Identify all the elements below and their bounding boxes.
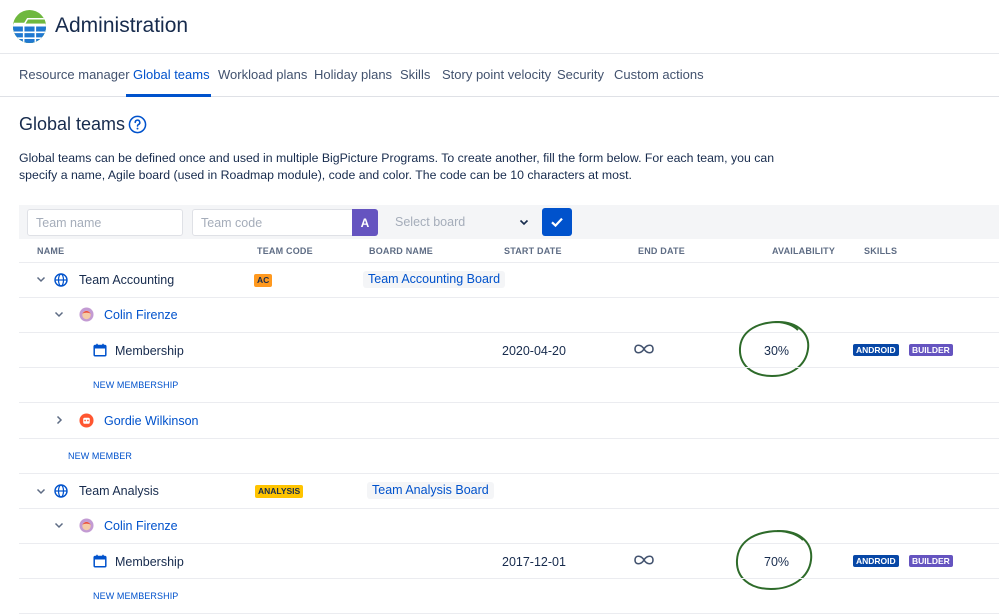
help-icon[interactable] [128, 115, 147, 134]
member-name[interactable]: Colin Firenze [104, 519, 178, 533]
skill-badge-builder: BUILDER [909, 344, 953, 356]
tab-story-point-velocity[interactable]: Story point velocity [442, 67, 551, 82]
tab-global-teams[interactable]: Global teams [133, 67, 210, 82]
row-divider [19, 473, 999, 474]
new-membership-link[interactable]: NEW MEMBERSHIP [93, 591, 178, 601]
avatar [79, 518, 94, 533]
team-name[interactable]: Team Analysis [79, 484, 159, 498]
calendar-icon [93, 343, 107, 357]
select-board-placeholder: Select board [395, 215, 466, 229]
avatar [79, 307, 94, 322]
tab-resource-manager[interactable]: Resource manager [19, 67, 130, 82]
team-code-badge: AC [254, 274, 273, 287]
check-icon [551, 217, 563, 228]
tab-custom-actions[interactable]: Custom actions [614, 67, 704, 82]
start-date: 2017-12-01 [502, 555, 566, 569]
availability-value: 30% [764, 344, 790, 358]
collapse-chevron-icon[interactable] [36, 274, 46, 284]
team-board-link[interactable]: Team Analysis Board [367, 482, 494, 499]
team-color-picker[interactable]: A [352, 209, 378, 236]
team-code-input[interactable] [192, 209, 354, 236]
header-divider [19, 262, 999, 263]
skill-badge-android: ANDROID [853, 344, 899, 356]
infinity-icon [634, 344, 654, 354]
membership-label[interactable]: Membership [115, 555, 184, 569]
row-divider [19, 543, 999, 544]
skill-badge-builder: BUILDER [909, 555, 953, 567]
tab-skills[interactable]: Skills [400, 67, 430, 82]
bigpicture-logo-icon [12, 9, 47, 44]
membership-label[interactable]: Membership [115, 344, 184, 358]
team-name[interactable]: Team Accounting [79, 273, 174, 287]
collapse-chevron-icon[interactable] [54, 520, 64, 530]
row-divider [19, 613, 999, 614]
skill-badge-android: ANDROID [853, 555, 899, 567]
collapse-chevron-icon[interactable] [54, 309, 64, 319]
member-name[interactable]: Colin Firenze [104, 308, 178, 322]
globe-icon [54, 273, 68, 287]
row-divider [19, 438, 999, 439]
row-divider [19, 332, 999, 333]
column-header-name: NAME [37, 246, 65, 256]
team-name-input[interactable] [27, 209, 183, 236]
availability-value: 70% [764, 555, 790, 569]
row-divider [19, 402, 999, 403]
column-header-availability: AVAILABILITY [772, 246, 836, 256]
app-title: Administration [55, 14, 189, 37]
row-divider [19, 508, 999, 509]
tab-security[interactable]: Security [557, 67, 604, 82]
collapse-chevron-icon[interactable] [36, 486, 46, 496]
row-divider [19, 297, 999, 298]
infinity-icon [634, 555, 654, 565]
page-title: Global teams [19, 114, 126, 134]
expand-chevron-icon[interactable] [54, 415, 64, 425]
chevron-down-icon [519, 219, 529, 226]
team-board-link[interactable]: Team Accounting Board [363, 271, 506, 288]
globe-icon [54, 484, 68, 498]
row-divider [19, 578, 999, 579]
start-date: 2020-04-20 [502, 344, 566, 358]
column-header-skills: SKILLS [864, 246, 898, 256]
tab-workload-plans[interactable]: Workload plans [218, 67, 307, 82]
column-header-end-date: END DATE [638, 246, 685, 256]
admin-tabs: Resource manager Global teams Workload p… [0, 54, 999, 97]
column-header-board-name: BOARD NAME [369, 246, 433, 256]
new-member-link[interactable]: NEW MEMBER [68, 451, 132, 461]
page-description: Global teams can be defined once and use… [19, 151, 775, 182]
select-board-dropdown[interactable]: Select board [387, 209, 535, 236]
calendar-icon [93, 554, 107, 568]
team-code-badge: ANALYSIS [255, 485, 304, 498]
confirm-create-button[interactable] [542, 208, 572, 236]
row-divider [19, 367, 999, 368]
tab-holiday-plans[interactable]: Holiday plans [314, 67, 392, 82]
new-membership-link[interactable]: NEW MEMBERSHIP [93, 380, 178, 390]
member-name[interactable]: Gordie Wilkinson [104, 414, 198, 428]
column-header-start-date: START DATE [504, 246, 562, 256]
column-header-team-code: TEAM CODE [257, 246, 313, 256]
active-tab-indicator [126, 94, 211, 97]
app-header: Administration [0, 0, 999, 54]
avatar [79, 413, 94, 428]
